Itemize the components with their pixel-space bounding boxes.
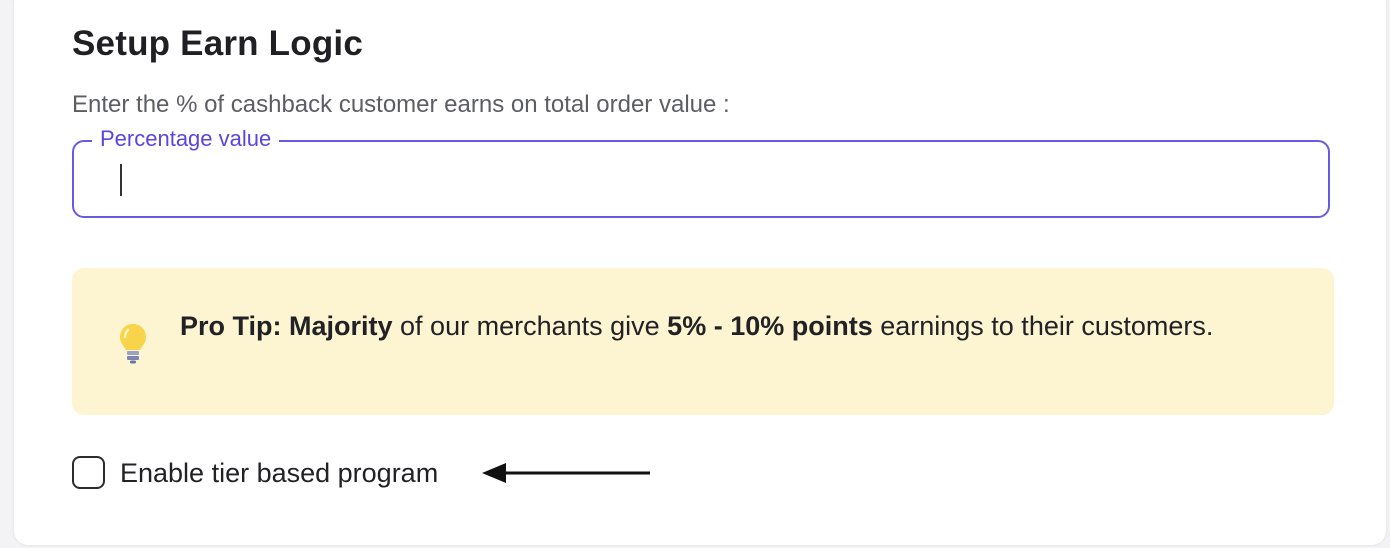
section-title: Setup Earn Logic <box>72 24 364 63</box>
arrow-left-icon <box>482 463 650 483</box>
percentage-value-label: Percentage value <box>92 126 280 152</box>
tier-based-checkbox[interactable] <box>72 456 105 489</box>
pro-tip-tail: earnings to their customers. <box>872 311 1214 341</box>
pro-tip-highlight: 5% - 10% points <box>667 311 873 341</box>
percentage-value-input[interactable] <box>102 160 1286 200</box>
pro-tip-lead: Pro Tip: Majority <box>180 311 393 341</box>
pro-tip-banner: Pro Tip: Majority of our merchants give … <box>72 268 1334 415</box>
text-cursor <box>120 164 122 196</box>
lightbulb-icon <box>120 324 146 364</box>
pro-tip-body: of our merchants give <box>392 311 668 341</box>
section-subtitle: Enter the % of cashback customer earns o… <box>72 91 730 118</box>
pro-tip-text: Pro Tip: Majority of our merchants give … <box>180 308 1290 344</box>
tier-based-label[interactable]: Enable tier based program <box>120 455 438 491</box>
percentage-value-field: Percentage value <box>72 126 1330 218</box>
